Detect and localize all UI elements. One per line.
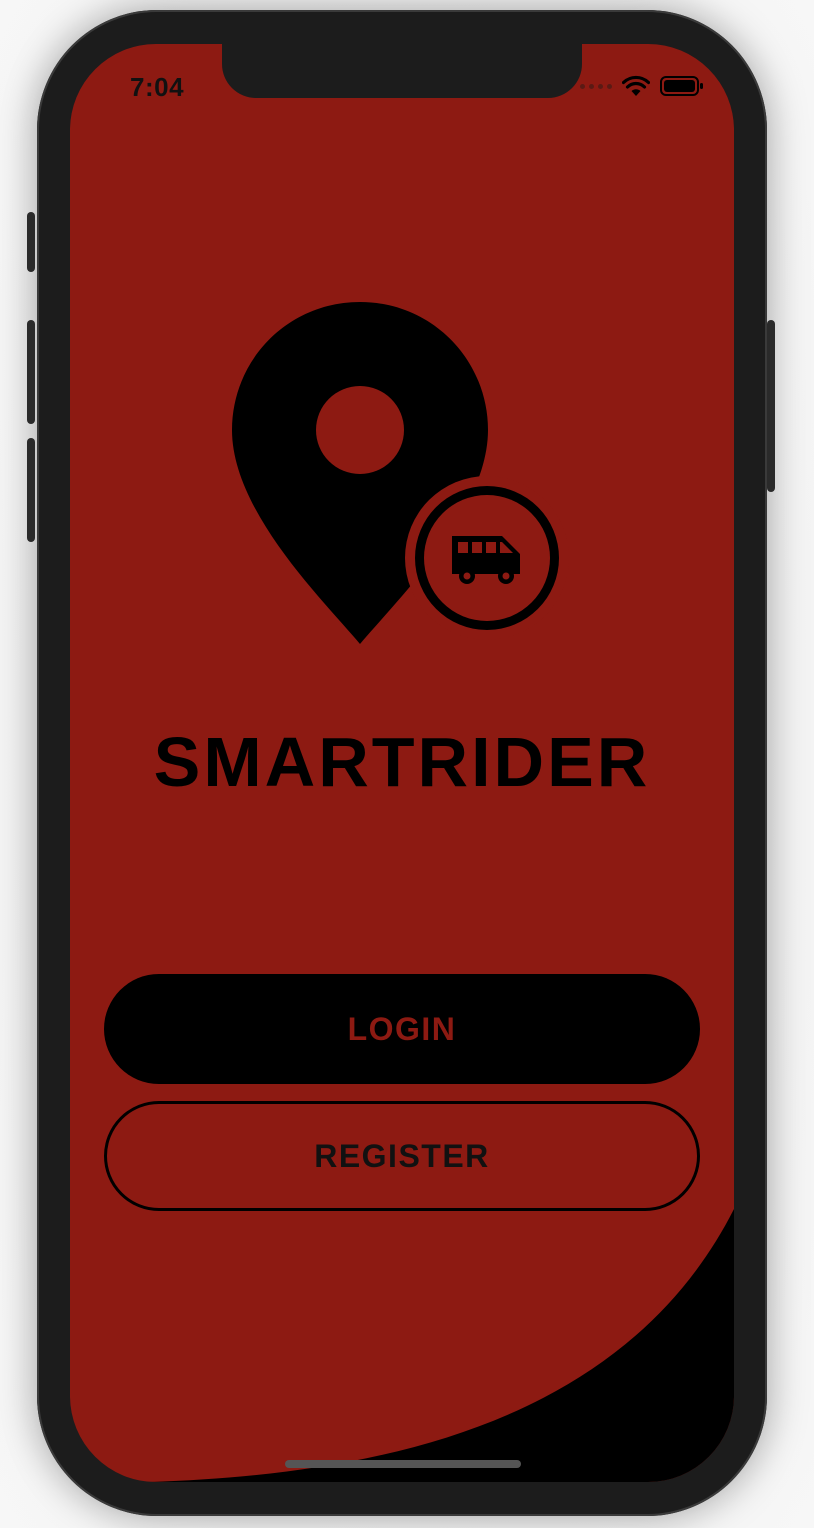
- wifi-icon: [622, 75, 650, 96]
- login-button-label: LOGIN: [347, 1010, 457, 1047]
- mute-switch: [27, 212, 35, 272]
- register-button[interactable]: REGISTER: [104, 1101, 700, 1211]
- app-screen: 7:04 SMARTRIDER LOGIN REGISTER: [70, 44, 734, 1482]
- notch: [222, 44, 582, 98]
- register-button-label: REGISTER: [314, 1137, 490, 1174]
- map-pin-with-bus-icon: [230, 302, 580, 647]
- status-icons: [580, 74, 704, 98]
- battery-icon: [660, 76, 703, 96]
- power-button: [767, 320, 775, 492]
- login-button[interactable]: LOGIN: [104, 974, 700, 1084]
- status-time: 7:04: [130, 72, 185, 102]
- app-title: SMARTRIDER: [153, 723, 651, 801]
- volume-down-button: [27, 438, 35, 542]
- cellular-dots-icon: [580, 83, 612, 89]
- home-indicator[interactable]: [285, 1460, 521, 1468]
- volume-up-button: [27, 320, 35, 424]
